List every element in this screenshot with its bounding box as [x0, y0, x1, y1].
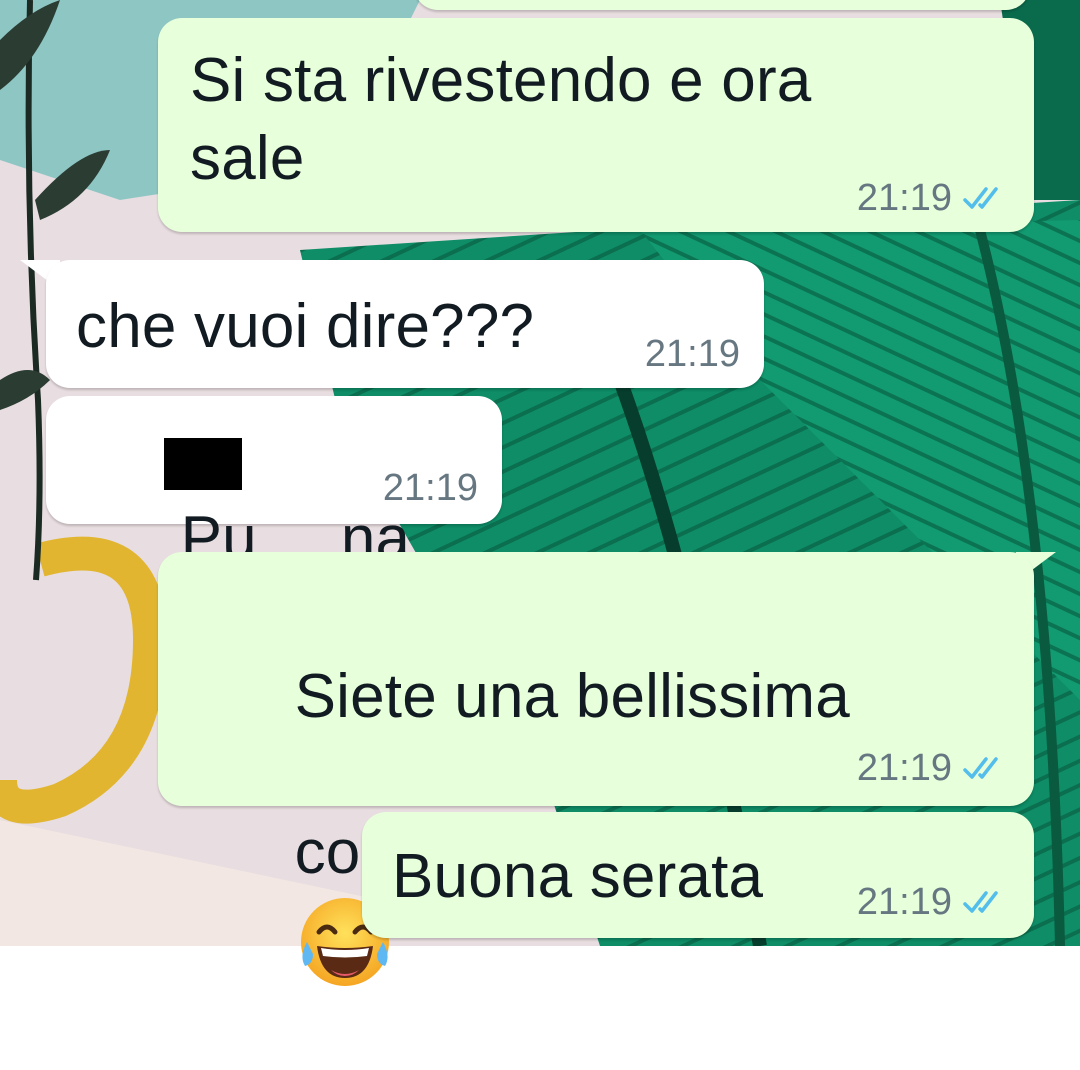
message-time: 21:19	[856, 881, 952, 923]
message-list: Si sta rivestendo e ora sale 21:19 che v…	[0, 0, 1080, 986]
message-bubble-outgoing-partial[interactable]	[414, 0, 1030, 10]
message-time: 21:19	[856, 177, 952, 219]
message-bubble-outgoing[interactable]: Si sta rivestendo e ora sale 21:19	[158, 18, 1034, 232]
message-text: Buona serata	[392, 842, 764, 911]
message-bubble-incoming[interactable]: che vuoi dire??? 21:19	[46, 260, 764, 388]
double-check-icon	[963, 891, 998, 913]
message-text: Si sta rivestendo e ora sale	[190, 46, 812, 193]
message-bubble-incoming-redacted[interactable]: Pu na 21:19	[46, 396, 502, 573]
message-text: che vuoi dire???	[76, 292, 535, 361]
message-bubble-outgoing[interactable]: Buona serata 21:19	[362, 812, 1034, 938]
double-check-icon	[963, 757, 998, 779]
message-time: 21:19	[382, 467, 478, 509]
redaction-block	[164, 438, 242, 490]
message-time: 21:19	[644, 333, 740, 375]
message-meta: 21:19	[645, 334, 740, 374]
double-check-icon	[963, 187, 998, 209]
message-time: 21:19	[856, 747, 952, 789]
message-line-1: Siete una bellissima	[294, 662, 850, 731]
message-meta: 21:19	[857, 178, 1008, 218]
message-meta: 21:19	[857, 748, 1008, 788]
message-meta: 21:19	[857, 882, 1008, 922]
message-bubble-outgoing[interactable]: Siete una bellissima coppia	[158, 552, 1034, 986]
message-meta: 21:19	[383, 468, 478, 508]
